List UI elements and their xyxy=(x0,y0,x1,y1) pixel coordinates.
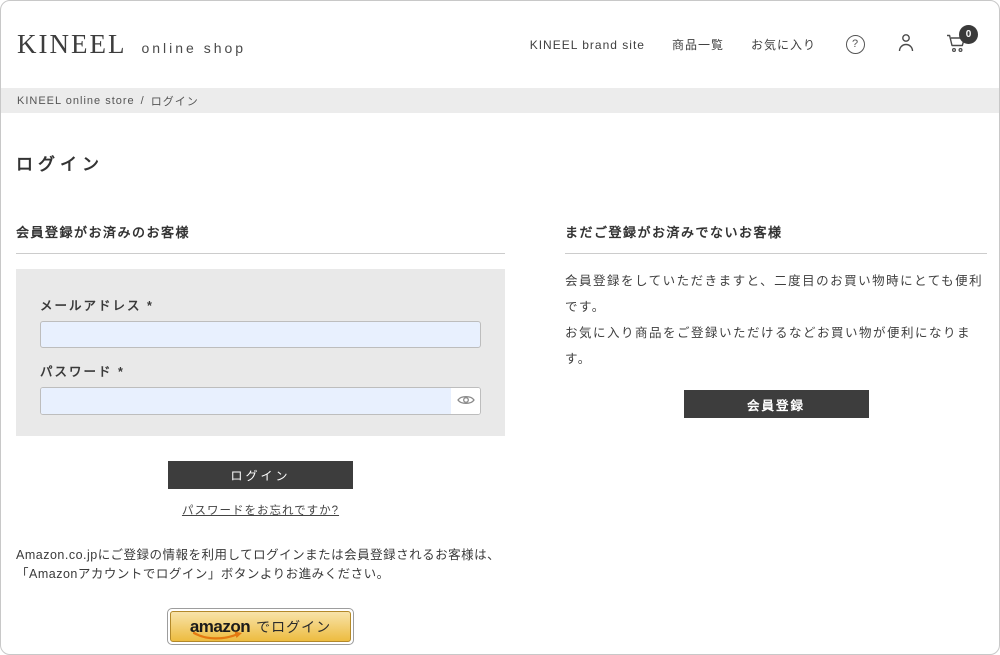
login-section-heading: 会員登録がお済みのお客様 xyxy=(16,222,505,254)
register-button[interactable]: 会員登録 xyxy=(684,390,869,418)
breadcrumb-separator: / xyxy=(141,95,145,107)
nav-product-list[interactable]: 商品一覧 xyxy=(672,36,724,53)
email-label: メールアドレス * xyxy=(40,295,481,314)
nav-brand-site[interactable]: KINEEL brand site xyxy=(530,38,645,52)
breadcrumb-current: ログイン xyxy=(151,93,199,109)
logo-wordmark: KINEEL xyxy=(17,29,126,60)
amazon-note-line1: Amazon.co.jpにご登録の情報を利用してログインまたは会員登録されるお客… xyxy=(16,548,500,562)
register-section-heading: まだご登録がお済みでないお客様 xyxy=(565,222,987,254)
eye-icon xyxy=(457,394,475,409)
register-description-line1: 会員登録をしていただきますと、二度目のお買い物時にとても便利です。 xyxy=(565,274,983,314)
cart-badge: 0 xyxy=(959,25,978,44)
register-section: まだご登録がお済みでないお客様 会員登録をしていただきますと、二度目のお買い物時… xyxy=(565,222,987,645)
main-content: ログイン 会員登録がお済みのお客様 メールアドレス * パスワード * xyxy=(1,150,999,645)
amazon-note: Amazon.co.jpにご登録の情報を利用してログインまたは会員登録されるお客… xyxy=(16,546,505,584)
logo-suffix: online shop xyxy=(141,40,246,56)
login-section: 会員登録がお済みのお客様 メールアドレス * パスワード * xyxy=(16,222,505,645)
logo[interactable]: KINEEL online shop xyxy=(17,29,246,60)
amazon-logo-icon: amazon xyxy=(190,618,250,635)
amazon-button-label: でログイン xyxy=(256,617,331,637)
header: KINEEL online shop KINEEL brand site 商品一… xyxy=(1,1,999,88)
amazon-smile-icon xyxy=(192,631,244,641)
forgot-password-link[interactable]: パスワードをお忘れですか? xyxy=(16,502,505,518)
cart-button[interactable]: 0 xyxy=(945,33,969,57)
nav-favorites[interactable]: お気に入り xyxy=(751,36,816,53)
page: KINEEL online shop KINEEL brand site 商品一… xyxy=(0,0,1000,655)
question-circle-icon: ? xyxy=(846,35,865,54)
password-field-group xyxy=(40,387,481,415)
breadcrumb-home[interactable]: KINEEL online store xyxy=(17,95,135,107)
amazon-login-button[interactable]: amazon でログイン xyxy=(167,608,354,645)
register-description: 会員登録をしていただきますと、二度目のお買い物時にとても便利です。 お気に入り商… xyxy=(565,268,987,372)
password-field[interactable] xyxy=(41,388,451,414)
page-title: ログイン xyxy=(16,150,984,175)
account-button[interactable] xyxy=(894,33,918,57)
register-description-line2: お気に入り商品をご登録いただけるなどお買い物が便利になります。 xyxy=(565,326,971,366)
email-field[interactable] xyxy=(40,321,481,348)
amazon-note-line2: 「Amazonアカウントでログイン」ボタンよりお進みください。 xyxy=(16,567,390,581)
amazon-button-face: amazon でログイン xyxy=(170,611,351,642)
login-button[interactable]: ログイン xyxy=(168,461,353,489)
help-button[interactable]: ? xyxy=(843,33,867,57)
person-icon xyxy=(896,32,916,57)
login-form-panel: メールアドレス * パスワード * xyxy=(16,269,505,436)
password-label: パスワード * xyxy=(40,361,481,380)
password-visibility-toggle[interactable] xyxy=(451,388,480,414)
header-nav: KINEEL brand site 商品一覧 お気に入り ? xyxy=(530,33,969,57)
breadcrumb: KINEEL online store / ログイン xyxy=(1,88,999,113)
